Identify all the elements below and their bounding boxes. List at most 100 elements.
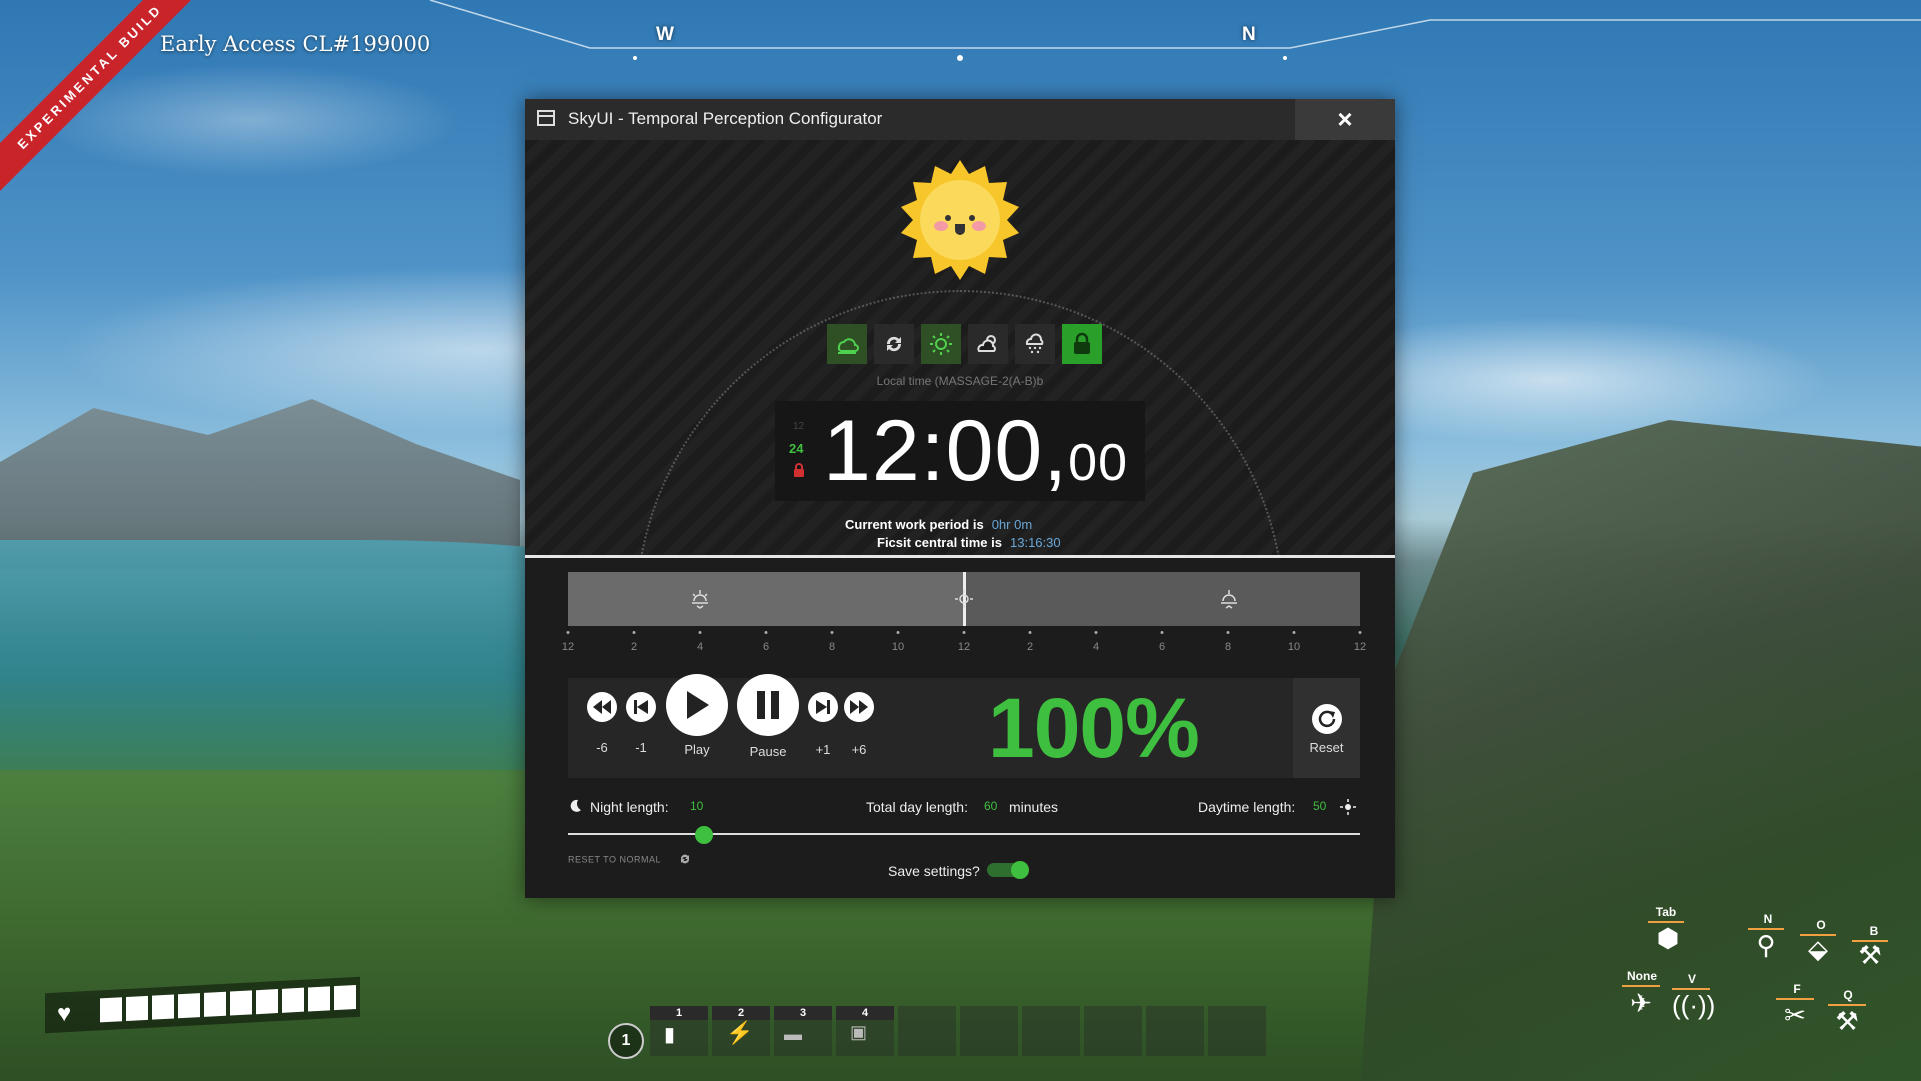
play-icon	[687, 691, 709, 719]
local-time-label: Local time (MASSAGE-2(A-B)b	[876, 374, 1044, 388]
codex-icon[interactable]: ⬙	[1800, 934, 1836, 965]
save-settings-toggle[interactable]	[987, 861, 1029, 879]
inventory-icon[interactable]: ⬢	[1650, 923, 1686, 954]
reset-label: Reset	[1309, 740, 1344, 755]
play-button[interactable]	[666, 674, 728, 736]
no-flight-icon[interactable]: ✈	[1622, 988, 1660, 1019]
search-icon[interactable]: ⚲	[1748, 930, 1784, 961]
day-night-slider-track[interactable]	[568, 833, 1360, 835]
wifi-icon[interactable]: ((·))	[1672, 990, 1715, 1021]
hotbar-slot-8[interactable]	[1084, 1006, 1142, 1056]
hotbar-slot-7[interactable]	[1022, 1006, 1080, 1056]
time-speed-value: 100%	[988, 681, 1200, 775]
save-settings-label: Save settings?	[888, 863, 980, 879]
window-titlebar[interactable]: SkyUI - Temporal Perception Configurator…	[525, 99, 1395, 140]
partly-cloudy-icon	[977, 335, 996, 352]
heart-icon: ♥	[57, 999, 72, 1028]
key-v: V	[1687, 972, 1696, 986]
health-cells	[100, 984, 356, 1023]
timeline-tick-dot	[962, 631, 966, 634]
rewind-6-button[interactable]	[587, 692, 617, 722]
clock-fraction: 00	[1068, 434, 1128, 492]
build-gun-icon[interactable]: ⚒	[1852, 940, 1888, 971]
power-tool-icon: ⚡	[726, 1020, 754, 1045]
forward-1-control: +1	[808, 692, 838, 757]
cycle-icon	[886, 336, 902, 352]
play-label: Play	[684, 742, 710, 757]
timeline-tick-label: 4	[696, 641, 704, 653]
weather-lock-button[interactable]	[1062, 324, 1102, 364]
timeline-tick-label: 4	[1092, 641, 1100, 653]
timeline-tick-dot	[830, 631, 834, 634]
hotbar-slot-6[interactable]	[960, 1006, 1018, 1056]
daytime-length-value: 50	[1313, 799, 1327, 813]
key-o: O	[1816, 918, 1826, 932]
timeline-tick-dot	[698, 631, 702, 634]
hammer-icon[interactable]: ⚒	[1828, 1006, 1866, 1037]
total-length-label: Total day length:	[866, 799, 968, 815]
dismantle-icon[interactable]: ✂	[1776, 1000, 1814, 1031]
flashlight-icon: ▮	[664, 1024, 676, 1046]
partly-cloudy-button[interactable]	[968, 324, 1008, 364]
timeline-tick-dot	[1292, 631, 1296, 634]
cycle-button[interactable]	[874, 324, 914, 364]
hotbar-slot-10[interactable]	[1208, 1006, 1266, 1056]
timeline-tick-label: 12	[561, 641, 575, 653]
window-title: SkyUI - Temporal Perception Configurator	[568, 109, 883, 128]
moon-icon	[568, 799, 582, 816]
forward-1-button[interactable]	[808, 692, 838, 722]
skip-forward-icon	[816, 700, 830, 714]
sun-button[interactable]	[921, 324, 961, 364]
rewind-1-control: -1	[626, 692, 656, 755]
key-f: F	[1793, 982, 1801, 996]
pause-icon	[757, 691, 779, 719]
reset-button[interactable]	[1312, 704, 1342, 734]
hotbar-slot-3[interactable]: 3 ▬	[774, 1006, 832, 1056]
day-night-slider-thumb[interactable]	[695, 826, 713, 844]
sky-preview: Local time (MASSAGE-2(A-B)b 12 24 12:00,…	[525, 140, 1395, 555]
day-timeline[interactable]	[568, 572, 1360, 626]
hotbar-slot-4[interactable]: 4 ▣	[836, 1006, 894, 1056]
timeline-tick-label: 10	[1287, 641, 1301, 653]
hotbar-slot-5[interactable]	[898, 1006, 956, 1056]
central-time-line: Ficsit central time is 13:16:30	[877, 535, 1061, 550]
health-bar: ♥	[45, 976, 360, 1034]
format-12-toggle[interactable]: 12	[793, 421, 804, 432]
timeline-tick-dot	[1358, 631, 1362, 634]
reset-normal-icon[interactable]	[678, 852, 692, 868]
timeline-tick-label: 12	[1353, 641, 1367, 653]
close-button[interactable]: ×	[1295, 99, 1395, 140]
foundation-icon: ▬	[784, 1024, 802, 1044]
hotbar-slot-1[interactable]: 1 ▮	[650, 1006, 708, 1056]
timeline-tick-dot	[1226, 631, 1230, 634]
hotbar-slot-2[interactable]: 2 ⚡	[712, 1006, 770, 1056]
key-n: N	[1763, 912, 1773, 926]
clock-display: 12 24 12:00,00	[775, 401, 1145, 501]
format-24-toggle[interactable]: 24	[789, 441, 803, 456]
timeline-tick-label: 6	[1158, 641, 1166, 653]
cloud-sun-button[interactable]	[827, 324, 867, 364]
rewind-1-button[interactable]	[626, 692, 656, 722]
pause-button[interactable]	[737, 674, 799, 736]
forward-6-button[interactable]	[844, 692, 874, 722]
reset-icon	[1318, 710, 1336, 728]
hotbar-slot-number: 2	[712, 1006, 770, 1020]
timeline-tick-dot	[764, 631, 768, 634]
night-length-label: Night length:	[590, 799, 669, 815]
snow-cloud-button[interactable]	[1015, 324, 1055, 364]
machine-icon: ▣	[850, 1022, 868, 1042]
timeline-tick-dot	[566, 631, 570, 634]
work-period-line: Current work period is 0hr 0m	[845, 517, 1032, 532]
timeline-tick-label: 6	[762, 641, 770, 653]
clock-minutes: 00	[945, 403, 1044, 499]
compass-west: W	[656, 24, 674, 45]
clock-lock-icon[interactable]	[793, 463, 805, 480]
key-b: B	[1869, 924, 1879, 938]
central-time-value: 13:16:30	[1010, 535, 1061, 550]
daytime-sun-icon	[1340, 799, 1356, 818]
hotbar-slot-number: 1	[650, 1006, 708, 1020]
key-none-bar	[1622, 985, 1660, 987]
hotbar-slot-9[interactable]	[1146, 1006, 1204, 1056]
reset-to-normal-link[interactable]: RESET TO NORMAL	[568, 852, 692, 868]
lock-icon	[1074, 332, 1090, 354]
